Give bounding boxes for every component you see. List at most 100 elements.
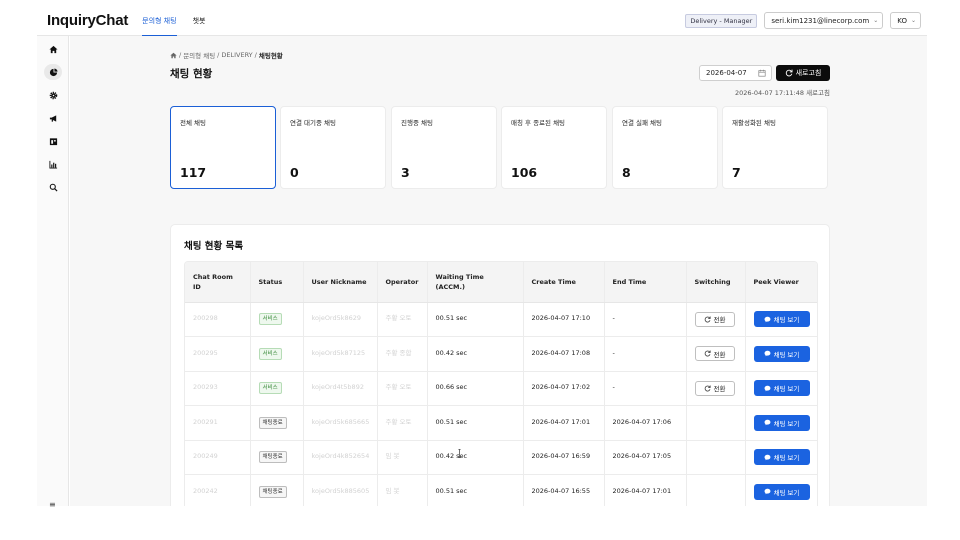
chat-list-panel: 채팅 현황 목록 Chat Room ID Status User Nickna… xyxy=(170,224,830,506)
cell-operator: 주황 오토 xyxy=(377,405,428,441)
table-row: 200298 서비스 kojeOrd5k8629 주황 오토 00.51 sec 2026… xyxy=(185,302,817,337)
chat-bubble-icon xyxy=(764,385,771,392)
stat-card-waiting[interactable]: 연결 대기중 채팅 0 xyxy=(280,106,386,189)
chat-table-container[interactable]: Chat Room ID Status User Nickname Operat… xyxy=(184,261,818,506)
chevron-down-icon: ⌄ xyxy=(873,17,879,24)
stat-card-ended-after-match[interactable]: 매칭 후 종료된 채팅 106 xyxy=(501,106,607,189)
cell-create-time: 2026-04-07 17:10 xyxy=(523,302,605,337)
switch-button[interactable]: 전환 xyxy=(694,346,735,362)
chat-bubble-icon xyxy=(764,316,771,323)
breadcrumb-item[interactable]: 문의형 채팅 xyxy=(183,50,215,60)
peek-chat-button[interactable]: 채팅 보기 xyxy=(753,380,810,397)
cell-end-time: - xyxy=(604,371,687,406)
chat-table: Chat Room ID Status User Nickname Operat… xyxy=(185,262,817,506)
panel-title: 채팅 현황 목록 xyxy=(184,241,244,252)
breadcrumb-home-icon[interactable] xyxy=(170,52,177,59)
settings-icon[interactable] xyxy=(44,87,62,103)
cell-status: 서비스 xyxy=(250,371,304,406)
breadcrumb: / 문의형 채팅 / DELIVERY / 채팅현황 xyxy=(170,50,283,60)
breadcrumb-separator: / xyxy=(179,51,182,59)
cell-peek-viewer: 채팅 보기 xyxy=(745,371,817,406)
breadcrumb-separator: / xyxy=(254,51,257,59)
peek-chat-button[interactable]: 채팅 보기 xyxy=(753,449,810,466)
peek-chat-button[interactable]: 채팅 보기 xyxy=(753,311,810,328)
cell-create-time: 2026-04-07 16:55 xyxy=(523,474,605,506)
status-badge: 채팅종료 xyxy=(258,485,287,498)
stat-card-connection-failed[interactable]: 연결 실패 채팅 8 xyxy=(612,106,718,189)
breadcrumb-item[interactable]: DELIVERY xyxy=(221,51,252,59)
cell-waiting-time: 00.42 sec xyxy=(427,440,524,475)
calendar-icon[interactable] xyxy=(44,133,62,149)
cell-nickname: kojeOrd5k8629 xyxy=(303,302,378,337)
cell-create-time: 2026-04-07 17:08 xyxy=(523,336,605,372)
stat-value: 117 xyxy=(180,165,207,180)
stat-card-in-progress[interactable]: 진행중 채팅 3 xyxy=(391,106,497,189)
refresh-button[interactable]: 새로고침 xyxy=(776,65,830,81)
peek-label: 채팅 보기 xyxy=(773,317,800,325)
cell-room-id: 200242 xyxy=(185,474,251,506)
text-cursor-icon xyxy=(458,449,461,458)
refresh-icon xyxy=(785,69,793,77)
stat-value: 106 xyxy=(511,165,538,180)
switch-button[interactable]: 전환 xyxy=(694,380,735,396)
bar-chart-icon[interactable] xyxy=(44,156,62,172)
page-title: 채팅 현황 xyxy=(170,68,213,80)
column-header-end-time[interactable]: End Time xyxy=(604,262,687,303)
cell-switching: 전환 xyxy=(686,336,746,372)
cell-switching: 전환 xyxy=(686,302,746,337)
cell-switching xyxy=(686,474,746,506)
column-header-nickname[interactable]: User Nickname xyxy=(303,262,378,303)
stat-card-total[interactable]: 전체 채팅 117 xyxy=(170,106,276,189)
peek-label: 채팅 보기 xyxy=(773,386,800,394)
cell-peek-viewer: 채팅 보기 xyxy=(745,336,817,372)
nav-tab-chatbot[interactable]: 챗봇 xyxy=(193,6,206,36)
cell-operator: 임 봇 xyxy=(377,440,428,475)
status-badge: 채팅종료 xyxy=(258,451,287,464)
stat-value: 3 xyxy=(401,165,410,180)
header-actions: Delivery - Manager seri.kim1231@linecorp… xyxy=(685,12,921,29)
cell-peek-viewer: 채팅 보기 xyxy=(745,302,817,337)
peek-label: 채팅 보기 xyxy=(773,455,800,463)
column-header-operator[interactable]: Operator xyxy=(377,262,428,303)
peek-chat-button[interactable]: 채팅 보기 xyxy=(753,414,810,431)
collapse-sidebar-icon[interactable]: ≡ xyxy=(49,500,56,509)
user-account-select[interactable]: seri.kim1231@linecorp.com ⌄ xyxy=(764,12,884,29)
language-select[interactable]: KO ⌄ xyxy=(890,12,921,29)
peek-chat-button[interactable]: 채팅 보기 xyxy=(753,345,810,362)
cell-switching xyxy=(686,440,746,475)
home-icon[interactable] xyxy=(44,41,62,57)
column-header-waiting-time[interactable]: Waiting Time (ACCM.) xyxy=(427,262,524,303)
stat-label: 연결 실패 채팅 xyxy=(622,119,663,127)
status-badge: 채팅종료 xyxy=(258,416,287,429)
main-content: / 문의형 채팅 / DELIVERY / 채팅현황 채팅 현황 2026-04… xyxy=(70,36,927,506)
table-row: 200295 서비스 kojeOrd5k87125 주황 종합 00.42 sec 202… xyxy=(185,336,817,372)
switch-label: 전환 xyxy=(713,317,726,325)
sidebar: ≡ xyxy=(37,36,69,509)
table-row: 200291 채팅종료 kojeOrd5k685665 주황 오토 00.51 sec 2… xyxy=(185,405,817,441)
stat-value: 7 xyxy=(732,165,741,180)
column-header-room-id[interactable]: Chat Room ID xyxy=(185,262,251,303)
cell-operator: 주황 오토 xyxy=(377,371,428,406)
cell-operator: 주황 종합 xyxy=(377,336,428,372)
date-picker[interactable]: 2026-04-07 xyxy=(699,65,772,81)
cell-waiting-time: 00.51 sec xyxy=(427,405,524,441)
column-header-create-time[interactable]: Create Time xyxy=(523,262,605,303)
app-logo[interactable]: InquiryChat xyxy=(47,12,128,29)
switch-button[interactable]: 전환 xyxy=(694,311,735,327)
column-header-status[interactable]: Status xyxy=(250,262,304,303)
peek-chat-button[interactable]: 채팅 보기 xyxy=(753,483,810,500)
calendar-icon xyxy=(758,69,766,77)
cell-room-id: 200298 xyxy=(185,302,251,337)
cell-waiting-time: 00.66 sec xyxy=(427,371,524,406)
switch-icon xyxy=(704,385,711,392)
megaphone-icon[interactable] xyxy=(44,110,62,126)
peek-label: 채팅 보기 xyxy=(773,489,800,497)
cell-operator: 주황 오토 xyxy=(377,302,428,337)
switch-label: 전환 xyxy=(713,351,726,359)
nav-tab-inquiry-chat[interactable]: 문의형 채팅 xyxy=(142,6,178,37)
cell-room-id: 200291 xyxy=(185,405,251,441)
pie-chart-icon[interactable] xyxy=(44,64,62,80)
stat-card-reactivated[interactable]: 재활성화된 채팅 7 xyxy=(722,106,828,189)
chat-bubble-icon xyxy=(764,488,771,495)
search-icon[interactable] xyxy=(44,179,62,195)
